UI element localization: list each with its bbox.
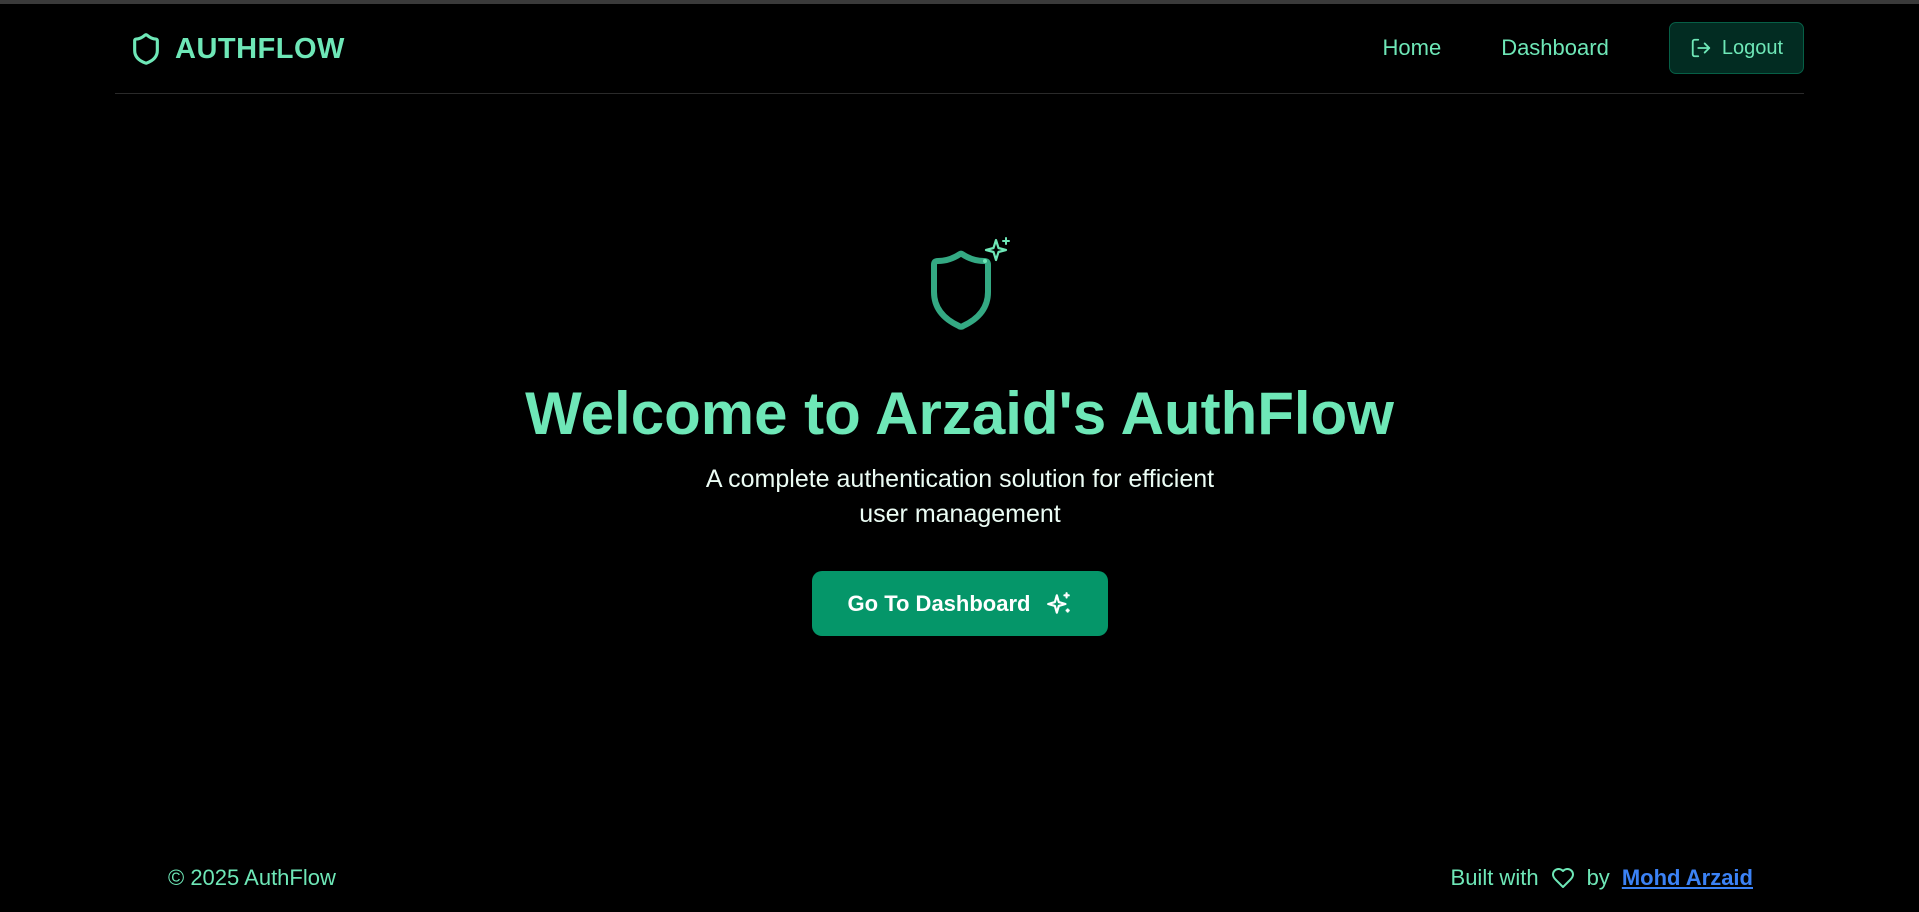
hero-title: Welcome to Arzaid's AuthFlow [525, 380, 1394, 447]
hero-subtitle-line-2: user management [859, 500, 1061, 528]
copyright-text: © 2025 AuthFlow [168, 865, 336, 890]
logout-label: Logout [1721, 36, 1783, 59]
hero-subtitle-line-1: A complete authentication solution for e… [705, 465, 1215, 493]
author-link[interactable]: Mohd Arzaid [1622, 860, 1753, 896]
nav-home-link[interactable]: Home [1383, 22, 1442, 74]
nav-links: Home Dashboard Logout [1383, 22, 1804, 74]
sparkles-icon [1047, 591, 1071, 614]
footer: © 2025 AuthFlow Built with by Mohd Arzai… [168, 860, 1753, 896]
logout-icon [1691, 38, 1710, 58]
cta-label: Go To Dashboard [847, 590, 1031, 616]
shield-icon [133, 33, 159, 65]
by-text: by [1586, 865, 1610, 890]
hero-subtitle: A complete authentication solution for e… [660, 462, 1260, 532]
go-to-dashboard-button[interactable]: Go To Dashboard [812, 571, 1108, 636]
heart-icon [1551, 868, 1574, 888]
shield-sparkles-icon [931, 237, 1010, 330]
navbar: AUTHFLOW Home Dashboard Logout [115, 4, 1804, 94]
built-with-credit: Built with by Mohd Arzaid [1451, 860, 1753, 896]
logout-button[interactable]: Logout [1668, 22, 1804, 74]
brand-logo[interactable]: AUTHFLOW [129, 30, 345, 68]
built-with-text: Built with [1450, 865, 1539, 890]
brand-name: AUTHFLOW [175, 32, 345, 65]
nav-dashboard-link[interactable]: Dashboard [1501, 22, 1609, 74]
